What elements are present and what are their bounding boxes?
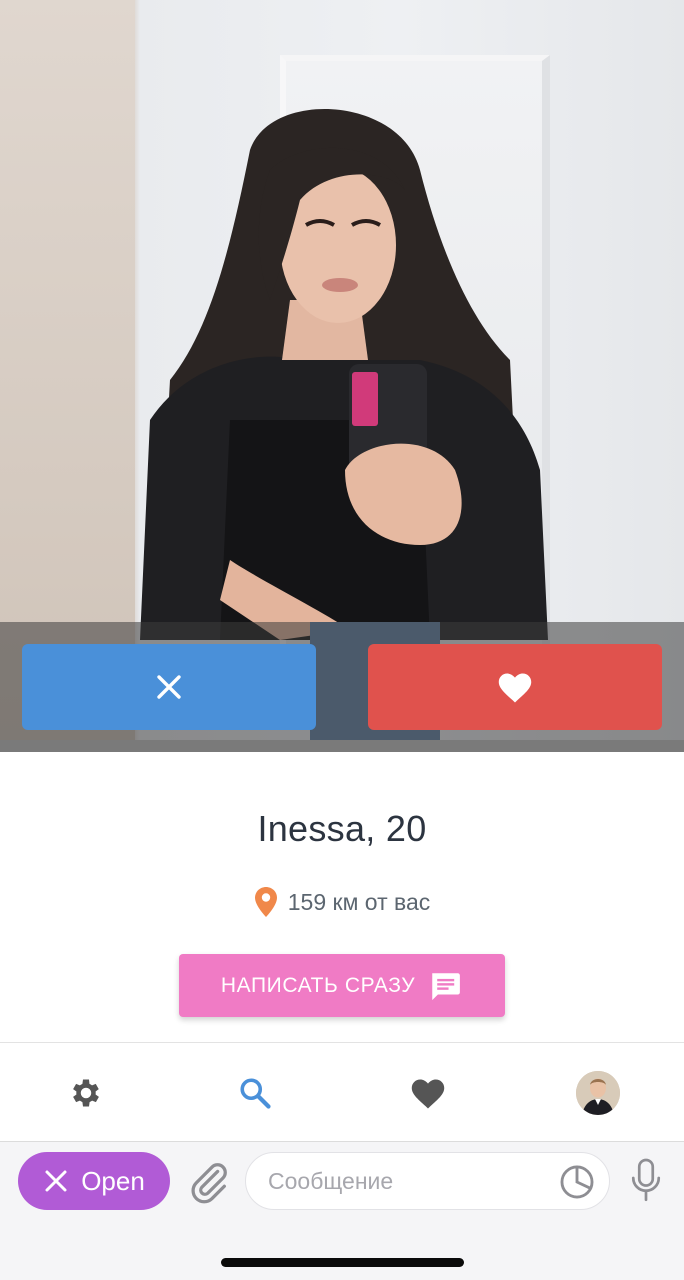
- gear-icon: [73, 1079, 99, 1107]
- profile-photo[interactable]: [0, 0, 684, 752]
- message-input[interactable]: [245, 1152, 610, 1210]
- microphone-icon: [631, 1158, 661, 1202]
- sticker-icon: [560, 1165, 594, 1199]
- bottom-navigation: [0, 1042, 684, 1142]
- distance-row: 159 км от вас: [0, 886, 684, 918]
- write-now-label: НАПИСАТЬ СРАЗУ: [220, 973, 416, 997]
- heart-icon: [498, 673, 532, 703]
- paperclip-icon: [191, 1163, 227, 1204]
- photo-progress-bar: [0, 740, 684, 752]
- profile-name-age: Inessa, 20: [257, 808, 427, 849]
- heart-icon: [411, 1079, 445, 1109]
- sticker-button[interactable]: [558, 1163, 596, 1201]
- open-button[interactable]: Open: [18, 1152, 170, 1210]
- open-button-label: Open: [81, 1165, 145, 1196]
- dislike-button[interactable]: [22, 644, 316, 730]
- write-now-button[interactable]: НАПИСАТЬ СРАЗУ: [179, 954, 505, 1017]
- home-indicator: [221, 1258, 464, 1267]
- microphone-button[interactable]: [628, 1156, 664, 1206]
- location-pin-icon: [254, 887, 277, 917]
- close-icon: [157, 675, 181, 699]
- search-icon: [240, 1078, 271, 1109]
- close-icon: [45, 1170, 67, 1192]
- like-button[interactable]: [368, 644, 662, 730]
- attach-button[interactable]: [186, 1156, 232, 1208]
- nav-settings[interactable]: [64, 1071, 108, 1115]
- nav-search[interactable]: [233, 1071, 277, 1115]
- chat-icon: [432, 972, 461, 1000]
- avatar: [576, 1071, 620, 1115]
- nav-likes[interactable]: [406, 1071, 450, 1115]
- distance-text: 159 км от вас: [287, 888, 431, 915]
- nav-profile-avatar[interactable]: [576, 1071, 620, 1115]
